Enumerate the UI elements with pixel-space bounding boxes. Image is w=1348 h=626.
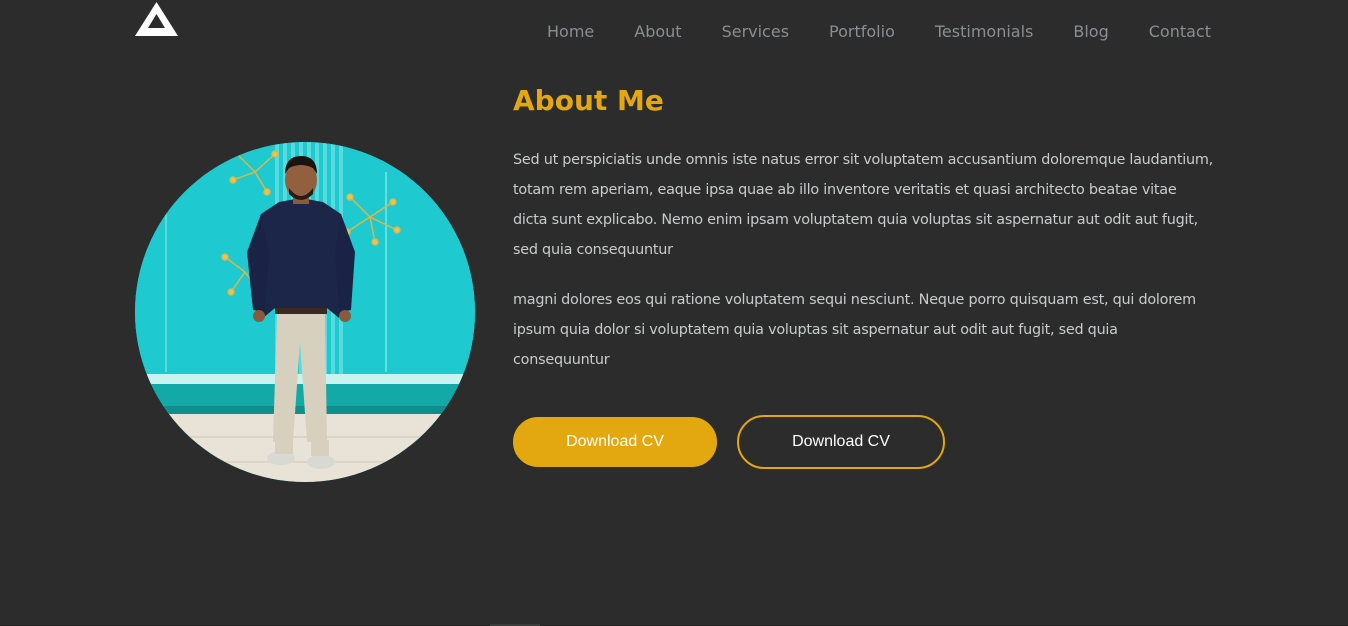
download-cv-button[interactable]: Download CV xyxy=(513,417,717,467)
nav-about[interactable]: About xyxy=(634,22,681,41)
nav-blog[interactable]: Blog xyxy=(1073,22,1108,41)
about-title: About Me xyxy=(513,84,664,117)
about-paragraph-1: Sed ut perspiciatis unde omnis iste natu… xyxy=(513,152,1213,258)
main-nav: Home About Services Portfolio Testimonia… xyxy=(547,19,1211,43)
download-cv-outline-button[interactable]: Download CV xyxy=(737,415,945,469)
about-page: Home About Services Portfolio Testimonia… xyxy=(0,0,1348,626)
nav-portfolio[interactable]: Portfolio xyxy=(829,22,895,41)
nav-contact[interactable]: Contact xyxy=(1149,22,1211,41)
profile-photo xyxy=(135,142,475,482)
logo-a-icon[interactable] xyxy=(135,2,178,36)
nav-testimonials[interactable]: Testimonials xyxy=(935,22,1034,41)
about-paragraph-2: magni dolores eos qui ratione voluptatem… xyxy=(513,292,1196,368)
nav-services[interactable]: Services xyxy=(722,22,789,41)
nav-home[interactable]: Home xyxy=(547,22,594,41)
